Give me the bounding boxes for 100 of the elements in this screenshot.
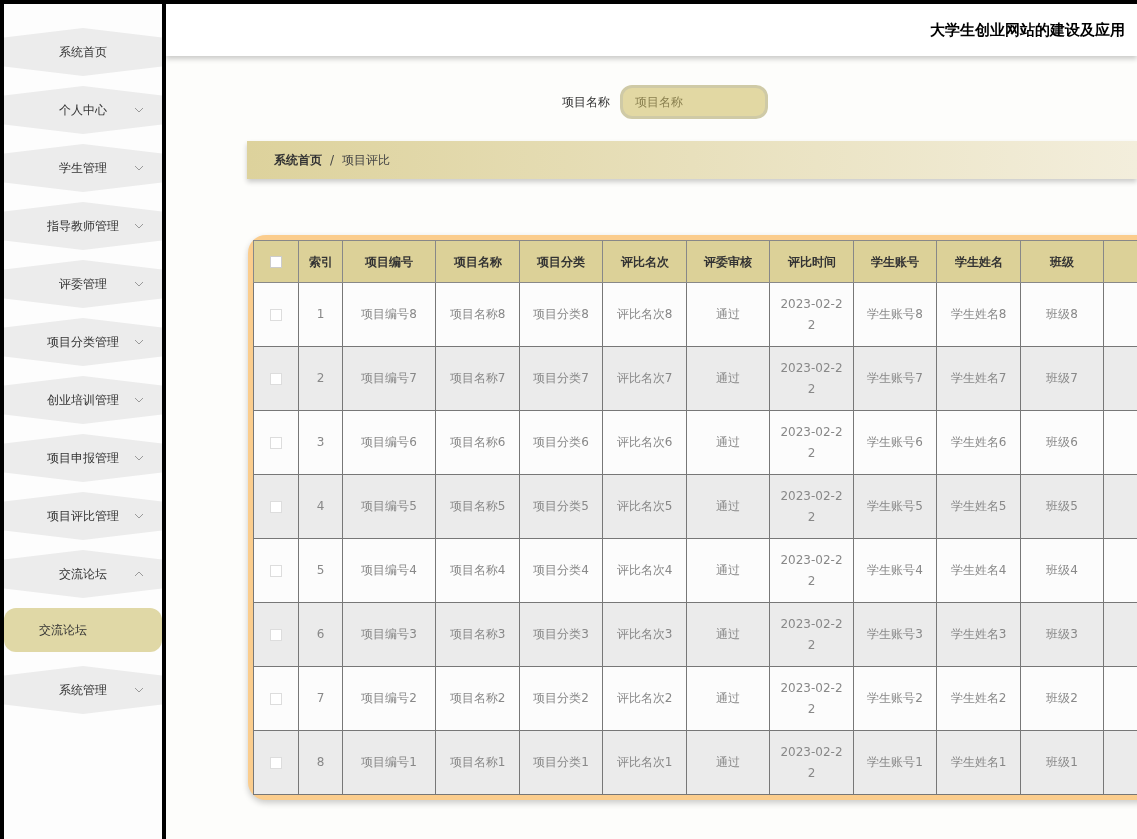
table-cell: 2023-02-22: [769, 282, 854, 347]
table-cell: 3: [298, 410, 343, 475]
chevron-down-icon: [134, 455, 144, 461]
submenu-item[interactable]: 交流论坛: [4, 608, 162, 652]
table-cell: 2: [298, 346, 343, 411]
table-cell: 学生姓名8: [936, 282, 1021, 347]
sidebar-item[interactable]: 创业培训管理: [4, 376, 162, 424]
table-cell: 项目编号6: [342, 410, 436, 475]
table-cell: 学生姓名3: [936, 602, 1021, 667]
breadcrumb-separator: /: [330, 152, 335, 169]
table-cell: 班级7: [1020, 346, 1104, 411]
breadcrumb-link[interactable]: 系统首页: [274, 151, 322, 169]
table-cell: 项目名称2: [435, 666, 520, 731]
row-checkbox[interactable]: [270, 309, 282, 321]
search-label: 项目名称: [561, 94, 610, 111]
table-cell: 班级1: [1020, 730, 1104, 795]
table-cell: 评比名次3: [602, 602, 687, 667]
table-cell: 学生姓名5: [936, 474, 1021, 539]
chevron-down-icon: [134, 281, 144, 287]
sidebar-item[interactable]: 项目申报管理: [4, 434, 162, 482]
table-cell: 班级5: [1020, 474, 1104, 539]
table-cell: 评比名次6: [602, 410, 687, 475]
table-cell: 2023-02-22: [769, 666, 854, 731]
sidebar-item[interactable]: 评委管理: [4, 260, 162, 308]
table-cell: 通过: [686, 282, 770, 347]
table-cell: 班级3: [1020, 602, 1104, 667]
table-cell: 通过: [686, 730, 770, 795]
table-cell: 项目名称7: [435, 346, 520, 411]
table-cell: 项目编号5: [342, 474, 436, 539]
table-cell: 通过: [686, 538, 770, 603]
table-cell: 2023-02-22: [769, 538, 854, 603]
sidebar-item[interactable]: 项目分类管理: [4, 318, 162, 366]
sidebar-item[interactable]: 交流论坛: [4, 550, 162, 598]
table-cell: 项目名称5: [435, 474, 520, 539]
table-cell: 学生账号2: [853, 666, 937, 731]
table-cell: 项目分类3: [519, 602, 603, 667]
table-cell: 2023-02-22: [769, 474, 854, 539]
table-cell: 学生姓名4: [936, 538, 1021, 603]
sidebar-item[interactable]: 项目评比管理: [4, 492, 162, 540]
table-cell: 项目分类7: [519, 346, 603, 411]
table-cell: 评比名次7: [602, 346, 687, 411]
table-cell: 1: [298, 282, 343, 347]
table-cell: 项目名称8: [435, 282, 520, 347]
column-header: 项目名称: [435, 240, 520, 283]
sidebar-item[interactable]: 学生管理: [4, 144, 162, 192]
table-cell: 学生账号5: [853, 474, 937, 539]
table-cell: 项目名称4: [435, 538, 520, 603]
table-cell: 学生姓名1: [936, 730, 1021, 795]
table-cell: 6: [298, 602, 343, 667]
table-cell: 评比名次4: [602, 538, 687, 603]
row-checkbox[interactable]: [270, 373, 282, 385]
row-checkbox[interactable]: [270, 757, 282, 769]
row-checkbox[interactable]: [270, 501, 282, 513]
table-cell: 学生账号1: [853, 730, 937, 795]
table-cell: 项目分类1: [519, 730, 603, 795]
table-cell: 通过: [686, 602, 770, 667]
table-cell: 通过: [686, 410, 770, 475]
table-cell: 7: [298, 666, 343, 731]
row-checkbox[interactable]: [270, 437, 282, 449]
table-cell: 项目编号1: [342, 730, 436, 795]
breadcrumb-current: 项目评比: [342, 152, 391, 169]
table-cell: 项目分类2: [519, 666, 603, 731]
column-header: 评委审核: [686, 240, 770, 283]
search-field[interactable]: 项目名称: [619, 85, 768, 119]
column-header: 评比时间: [769, 240, 854, 283]
table-cell: 8: [298, 730, 343, 795]
table-cell: 学生姓名7: [936, 346, 1021, 411]
row-checkbox[interactable]: [270, 629, 282, 641]
table-cell: 项目编号2: [342, 666, 436, 731]
table-cell: 班级4: [1020, 538, 1104, 603]
sidebar-item[interactable]: 个人中心: [4, 86, 162, 134]
chevron-down-icon: [134, 223, 144, 229]
chevron-down-icon: [134, 107, 144, 113]
table-cell: 2023-02-22: [769, 602, 854, 667]
table-cell: 通过: [686, 346, 770, 411]
table-cell: 学生姓名6: [936, 410, 1021, 475]
table-cell: 通过: [686, 666, 770, 731]
table-cell: 评比名次2: [602, 666, 687, 731]
table-cell: 学生账号8: [853, 282, 937, 347]
table-cell: 评比名次8: [602, 282, 687, 347]
chevron-down-icon: [134, 687, 144, 693]
select-all-checkbox[interactable]: [270, 256, 282, 268]
sidebar-item[interactable]: 系统首页: [4, 28, 162, 76]
table-cell: 学生姓名2: [936, 666, 1021, 731]
sidebar-item[interactable]: 系统管理: [4, 666, 162, 714]
table-cell: 学生账号4: [853, 538, 937, 603]
chevron-down-icon: [134, 165, 144, 171]
chevron-down-icon: [134, 339, 144, 345]
table-cell: 班级8: [1020, 282, 1104, 347]
column-header: 学生姓名: [936, 240, 1021, 283]
table-cell: 项目分类5: [519, 474, 603, 539]
sidebar-item[interactable]: 指导教师管理: [4, 202, 162, 250]
chevron-up-icon: [134, 571, 144, 577]
column-header: 班级: [1020, 240, 1104, 283]
row-checkbox[interactable]: [270, 693, 282, 705]
table-cell: 4: [298, 474, 343, 539]
table-cell: 班级2: [1020, 666, 1104, 731]
column-header: 项目编号: [342, 240, 436, 283]
row-checkbox[interactable]: [270, 565, 282, 577]
table-cell: 项目名称1: [435, 730, 520, 795]
